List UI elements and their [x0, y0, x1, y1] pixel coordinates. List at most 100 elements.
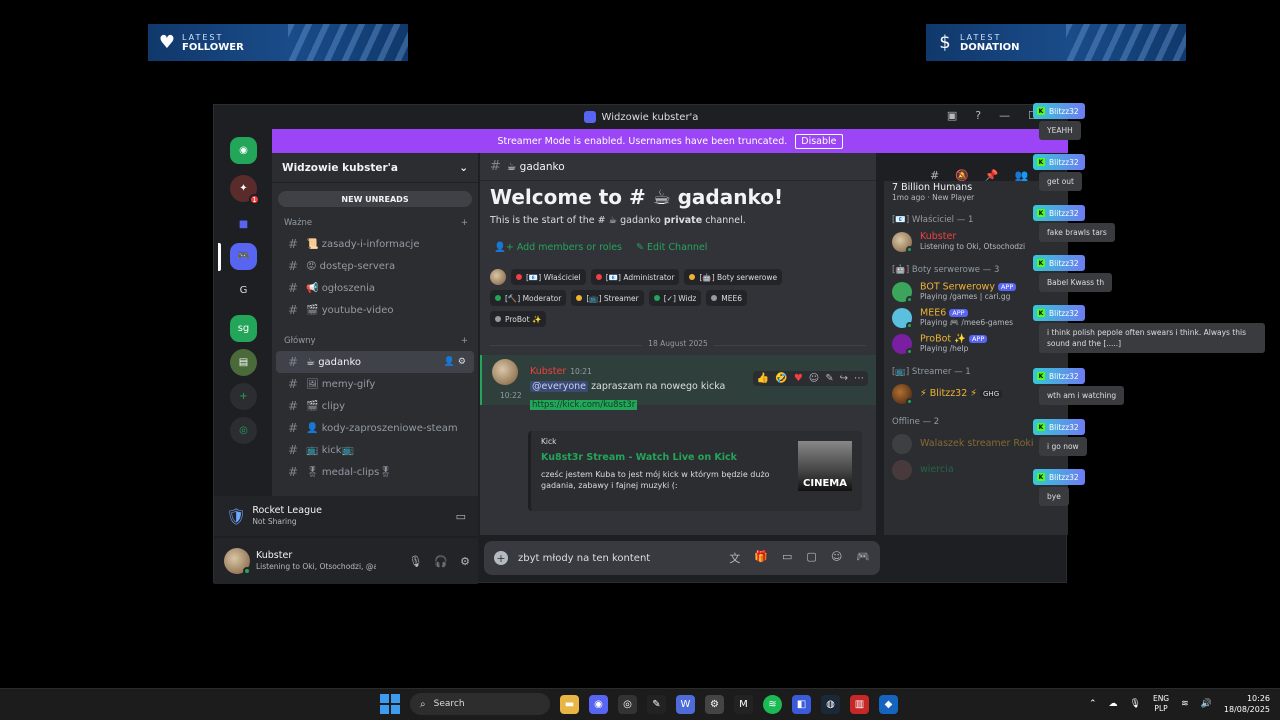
taskbar-search[interactable]: ⌕ Search [410, 693, 550, 715]
disable-streamer-mode-button[interactable]: Disable [795, 133, 843, 149]
message-author[interactable]: Kubster [530, 366, 566, 377]
home-button[interactable]: ◉ [230, 137, 257, 164]
file-explorer-icon[interactable]: ▬ [560, 694, 579, 714]
server-icon-1[interactable]: ✦ 1 [230, 175, 260, 205]
clock-time: 10:26 [1246, 694, 1270, 703]
server-icon-2[interactable]: ▤ [230, 349, 257, 376]
microphone-icon[interactable]: 🎙 [408, 555, 422, 568]
server-sg[interactable]: sg [230, 315, 257, 342]
settings-icon[interactable]: ⚙ [705, 694, 724, 714]
wifi-icon[interactable]: ≋ [1181, 699, 1189, 709]
discord-taskbar-icon[interactable]: ◉ [589, 694, 608, 714]
member-activity-name: 7 Billion Humans [892, 182, 973, 193]
edit-channel-button[interactable]: ✎ Edit Channel [636, 242, 707, 253]
sticker-icon[interactable]: ▢ [806, 550, 816, 566]
guild-header[interactable]: Widzowie kubster'a ⌄ [272, 153, 478, 183]
spotify-icon[interactable]: ≋ [763, 694, 782, 714]
pen-app-icon[interactable]: ✎ [647, 694, 666, 714]
message[interactable]: Kubster 10:21 @everyone zapraszam na nowe… [480, 355, 876, 410]
role-chip[interactable]: [🤖] Boty serwerowe [684, 269, 783, 285]
server-widzowie[interactable]: 🎮 [230, 243, 257, 270]
chevron-up-icon[interactable]: ⌃ [1089, 699, 1097, 709]
message-avatar[interactable] [492, 359, 518, 385]
message-composer[interactable]: + zbyt młody na ten kontent 文 🎁 ▭ ▢ ☺ 🎮 [484, 541, 880, 575]
role-chip[interactable]: [📧] Administrator [590, 269, 680, 285]
app-blue-icon[interactable]: ◧ [792, 694, 811, 714]
member-activity-top[interactable]: 7 Billion Humans 1mo ago · New Player [892, 181, 1060, 205]
volume-icon[interactable]: 🔊 [1201, 699, 1212, 709]
embed-thumbnail[interactable]: CINEMA [798, 441, 852, 491]
app-red-icon[interactable]: ▥ [850, 694, 869, 714]
apps-icon[interactable]: 🎮 [856, 550, 870, 566]
gif-icon[interactable]: ▭ [782, 550, 792, 566]
member-item[interactable]: ⚡ Blitzz32 ⚡ GHG [892, 381, 1060, 407]
new-unreads-pill[interactable]: NEW UNREADS [278, 191, 472, 207]
role-chip[interactable]: [✓] Widz [648, 290, 702, 306]
member-name: ⚡ Blitzz32 ⚡ [920, 388, 977, 399]
app-w-icon[interactable]: W [676, 694, 695, 714]
inbox-icon[interactable]: ▣ [947, 109, 957, 122]
invite-and-settings-icons[interactable]: 👤 ⚙ [444, 357, 466, 367]
rocket-league-taskbar-icon[interactable]: ◆ [879, 694, 898, 714]
taskbar-clock[interactable]: 10:26 18/08/2025 [1224, 693, 1270, 715]
discover-button[interactable]: ◎ [230, 417, 257, 444]
add-channel-icon[interactable]: + [461, 218, 468, 228]
role-chip[interactable]: ProBot ✨ [490, 311, 547, 327]
role-chip[interactable]: [📧] Właściciel [511, 269, 586, 285]
stream-chat-message: Babel Kwass th [1039, 273, 1113, 292]
headphones-icon[interactable]: 🎧 [434, 555, 448, 568]
screen-share-icon[interactable]: ▭ [456, 510, 466, 523]
role-chip[interactable]: [📺] Streamer [571, 290, 644, 306]
role-chip[interactable]: [🔨] Moderator [490, 290, 567, 306]
start-button[interactable] [380, 694, 400, 714]
obs-icon[interactable]: ◎ [618, 694, 637, 714]
heart-icon[interactable]: ♥ [794, 373, 803, 384]
help-icon[interactable]: ? [975, 109, 981, 122]
channel-item[interactable]: # 📢 ogłoszenia [276, 277, 474, 299]
minimize-icon[interactable]: — [999, 109, 1010, 122]
channel-item[interactable]: # 🖼 memy-gify [276, 373, 474, 395]
everyone-mention[interactable]: @everyone [530, 381, 589, 392]
channel-name: 🖼 memy-gify [306, 378, 376, 390]
cloud-icon[interactable]: ☁ [1109, 699, 1118, 709]
channel-item[interactable]: # 😡 dostęp-servera [276, 255, 474, 277]
steam-icon[interactable]: ◍ [821, 694, 840, 714]
member-item[interactable]: Kubster Listening to Oki, Otsochodzi [892, 229, 1060, 255]
channel-item[interactable]: # 🎖 medal-clips🎖 [276, 461, 474, 483]
edit-icon[interactable]: ✎ [825, 373, 833, 384]
channel-item[interactable]: # 📜 zasady-i-informacje [276, 233, 474, 255]
streamer-mode-bar: Streamer Mode is enabled. Usernames have… [272, 129, 1068, 153]
add-channel-icon[interactable]: + [461, 336, 468, 346]
laugh-icon[interactable]: 🤣 [775, 373, 787, 384]
channel-item-active[interactable]: # ☕ gadanko 👤 ⚙ [276, 351, 474, 373]
server-letter[interactable]: G [230, 277, 257, 304]
channel-item[interactable]: # 📺 kick📺 [276, 439, 474, 461]
more-icon[interactable]: ⋯ [854, 373, 864, 384]
gear-icon[interactable]: ⚙ [460, 555, 470, 568]
avatar[interactable] [224, 548, 251, 575]
member-item[interactable]: BOT Serwerowy APP Playing /games | cari.gg [892, 279, 1060, 305]
channel-item[interactable]: # 🎬 clipy [276, 395, 474, 417]
emoji-icon[interactable]: ☺ [831, 550, 842, 566]
role-chip[interactable]: MEE6 [706, 290, 748, 306]
microphone-tray-icon[interactable]: 🎙 [1130, 699, 1141, 709]
folder-button[interactable]: ■ [230, 211, 257, 238]
member-item[interactable]: ProBot ✨ APP Playing /help [892, 331, 1060, 357]
category-wazne[interactable]: Ważne + [272, 213, 478, 233]
add-reaction-icon[interactable]: ☺ [809, 373, 819, 384]
language-indicator[interactable]: ENG PLP [1153, 694, 1169, 714]
channel-item[interactable]: # 👤 kody-zaproszeniowe-steam [276, 417, 474, 439]
attach-plus-icon[interactable]: + [494, 551, 508, 565]
add-members-button[interactable]: 👤+ Add members or roles [494, 242, 622, 253]
category-glowny[interactable]: Główny + [272, 331, 478, 351]
thumbs-up-icon[interactable]: 👍 [757, 373, 769, 384]
epic-icon[interactable]: M [734, 694, 753, 714]
reply-icon[interactable]: ↪ [840, 373, 848, 384]
message-input[interactable]: zbyt młody na ten kontent [518, 553, 650, 564]
gift-icon[interactable]: 🎁 [754, 550, 768, 566]
app-tag: APP [968, 334, 988, 343]
translate-icon[interactable]: 文 [729, 550, 740, 566]
channel-item[interactable]: # 🎬 youtube-video [276, 299, 474, 321]
add-server-button[interactable]: + [230, 383, 257, 410]
message-link[interactable]: https://kick.com/ku8st3r [530, 400, 638, 410]
